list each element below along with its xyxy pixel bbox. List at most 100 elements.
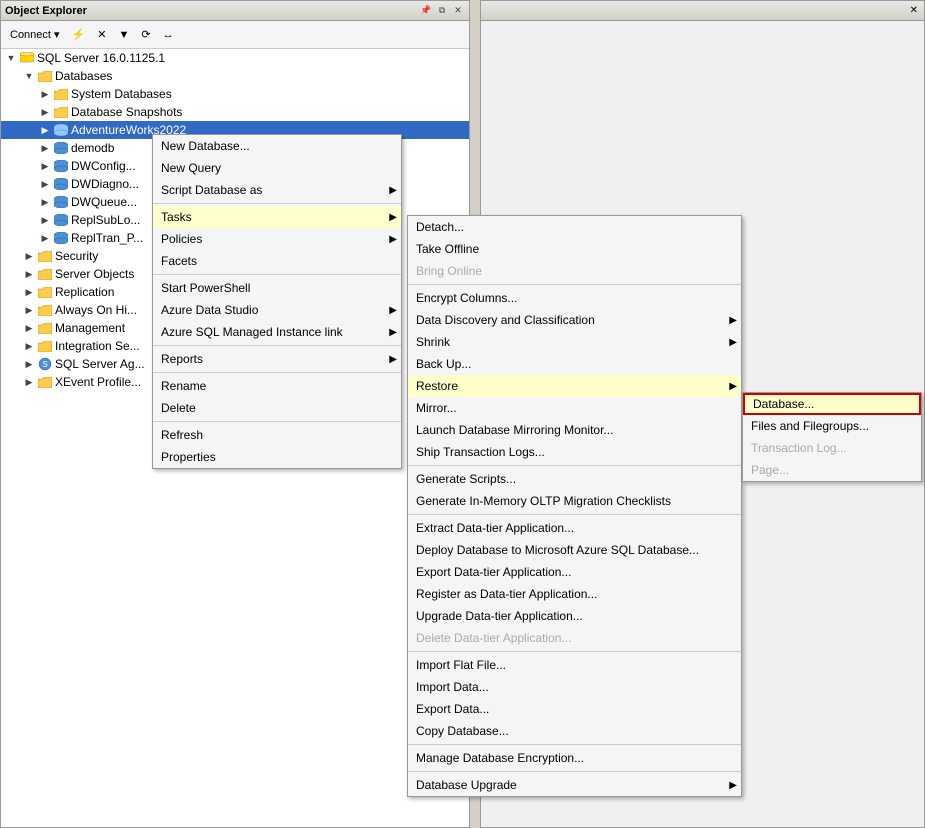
expand-toggle[interactable]: ▶: [21, 266, 37, 282]
cm2-restore[interactable]: Restore ▶: [408, 375, 741, 397]
cm3-restore-files[interactable]: Files and Filegroups...: [743, 415, 921, 437]
expand-toggle[interactable]: ▶: [21, 248, 37, 264]
tree-system-databases[interactable]: ▶ System Databases: [1, 85, 469, 103]
cm2-backup[interactable]: Back Up...: [408, 353, 741, 375]
backup-label: Back Up...: [416, 357, 471, 371]
expand-toggle[interactable]: ▶: [37, 104, 53, 120]
arrow-icon: ▶: [729, 337, 737, 348]
dwdiagno-label: DWDiagno...: [71, 177, 139, 191]
cm-facets[interactable]: Facets: [153, 250, 401, 272]
cm2-manage-encrypt[interactable]: Manage Database Encryption...: [408, 747, 741, 769]
expand-toggle[interactable]: ▶: [21, 284, 37, 300]
new-query-toolbar-icon[interactable]: ⚡: [67, 25, 91, 44]
cm2-take-offline[interactable]: Take Offline: [408, 238, 741, 260]
expand-toggle[interactable]: ▶: [37, 230, 53, 246]
expand-icon[interactable]: ↔: [158, 26, 179, 44]
oe-controls: 📌 ⧉ ✕: [419, 4, 465, 18]
cm2-import-data[interactable]: Import Data...: [408, 676, 741, 698]
cm-tasks[interactable]: Tasks ▶: [153, 206, 401, 228]
expand-toggle[interactable]: ▶: [37, 86, 53, 102]
cm2-upgrade[interactable]: Upgrade Data-tier Application...: [408, 605, 741, 627]
expand-toggle[interactable]: ▶: [37, 122, 53, 138]
replsublo-label: ReplSubLo...: [71, 213, 140, 227]
cm2-gen-scripts[interactable]: Generate Scripts...: [408, 468, 741, 490]
cm2-delete-data[interactable]: Delete Data-tier Application...: [408, 627, 741, 649]
cm-azure-ds[interactable]: Azure Data Studio ▶: [153, 299, 401, 321]
expand-toggle[interactable]: ▶: [21, 374, 37, 390]
cm3-restore-database[interactable]: Database...: [743, 393, 921, 415]
cm2-gen-inmemory[interactable]: Generate In-Memory OLTP Migration Checkl…: [408, 490, 741, 512]
rp-close-icon[interactable]: ✕: [910, 5, 918, 16]
separator: [153, 372, 401, 373]
cm-delete[interactable]: Delete: [153, 397, 401, 419]
arrow-icon: ▶: [389, 234, 397, 245]
filter-icon[interactable]: ▼: [113, 26, 134, 44]
tree-databases-folder[interactable]: ▼ Databases: [1, 67, 469, 85]
tree-server-node[interactable]: ▼ SQL Server 16.0.1125.1: [1, 49, 469, 67]
oe-title: Object Explorer: [5, 5, 87, 17]
databases-label: Databases: [55, 69, 112, 83]
cm-script-db[interactable]: Script Database as ▶: [153, 179, 401, 201]
cm2-detach[interactable]: Detach...: [408, 216, 741, 238]
cm2-export-data2[interactable]: Export Data...: [408, 698, 741, 720]
cm-rename[interactable]: Rename: [153, 375, 401, 397]
cm2-data-discovery[interactable]: Data Discovery and Classification ▶: [408, 309, 741, 331]
expand-toggle[interactable]: ▶: [21, 302, 37, 318]
float-icon[interactable]: ⧉: [435, 4, 449, 18]
oe-titlebar: Object Explorer 📌 ⧉ ✕: [1, 1, 469, 21]
expand-toggle[interactable]: ▶: [37, 194, 53, 210]
expand-toggle[interactable]: ▶: [37, 212, 53, 228]
cm2-deploy-azure[interactable]: Deploy Database to Microsoft Azure SQL D…: [408, 539, 741, 561]
cm2-extract[interactable]: Extract Data-tier Application...: [408, 517, 741, 539]
cm-new-database[interactable]: New Database...: [153, 135, 401, 157]
delete-label: Delete: [161, 401, 196, 415]
import-data-label: Import Data...: [416, 680, 489, 694]
context-menu-tasks: Detach... Take Offline Bring Online Encr…: [407, 215, 742, 797]
script-db-label: Script Database as: [161, 183, 262, 197]
deploy-azure-label: Deploy Database to Microsoft Azure SQL D…: [416, 543, 699, 557]
cm-azure-sql[interactable]: Azure SQL Managed Instance link ▶: [153, 321, 401, 343]
close-icon[interactable]: ✕: [451, 4, 465, 18]
cm2-import-flat[interactable]: Import Flat File...: [408, 654, 741, 676]
cm-policies[interactable]: Policies ▶: [153, 228, 401, 250]
refresh-toolbar-icon[interactable]: ⟳: [136, 25, 155, 44]
cm2-shrink[interactable]: Shrink ▶: [408, 331, 741, 353]
connect-button[interactable]: Connect ▾: [5, 25, 65, 44]
cm2-bring-online[interactable]: Bring Online: [408, 260, 741, 282]
expand-toggle[interactable]: ▶: [37, 140, 53, 156]
expand-toggle[interactable]: ▼: [21, 68, 37, 84]
cm-start-ps[interactable]: Start PowerShell: [153, 277, 401, 299]
cm2-encrypt-columns[interactable]: Encrypt Columns...: [408, 287, 741, 309]
cm2-ship-logs[interactable]: Ship Transaction Logs...: [408, 441, 741, 463]
tree-db-snapshots[interactable]: ▶ Database Snapshots: [1, 103, 469, 121]
cm-new-query[interactable]: New Query: [153, 157, 401, 179]
expand-toggle[interactable]: ▶: [37, 176, 53, 192]
disconnect-icon[interactable]: ✕: [92, 25, 111, 44]
cm2-export-data[interactable]: Export Data-tier Application...: [408, 561, 741, 583]
xevent-label: XEvent Profile...: [55, 375, 141, 389]
separator: [153, 203, 401, 204]
pin-icon[interactable]: 📌: [419, 4, 433, 18]
expand-toggle[interactable]: ▶: [37, 158, 53, 174]
cm2-mirror-monitor[interactable]: Launch Database Mirroring Monitor...: [408, 419, 741, 441]
expand-toggle[interactable]: ▶: [21, 338, 37, 354]
db-icon: [53, 212, 69, 228]
gen-scripts-label: Generate Scripts...: [416, 472, 516, 486]
cm2-register[interactable]: Register as Data-tier Application...: [408, 583, 741, 605]
system-databases-label: System Databases: [71, 87, 172, 101]
cm3-restore-page[interactable]: Page...: [743, 459, 921, 481]
cm3-restore-log[interactable]: Transaction Log...: [743, 437, 921, 459]
cm-properties[interactable]: Properties: [153, 446, 401, 468]
cm2-db-upgrade[interactable]: Database Upgrade ▶: [408, 774, 741, 796]
azure-sql-label: Azure SQL Managed Instance link: [161, 325, 343, 339]
cm2-mirror[interactable]: Mirror...: [408, 397, 741, 419]
arrow-icon: ▶: [389, 327, 397, 338]
rename-label: Rename: [161, 379, 206, 393]
expand-toggle[interactable]: ▼: [3, 50, 19, 66]
cm-refresh[interactable]: Refresh: [153, 424, 401, 446]
cm-reports[interactable]: Reports ▶: [153, 348, 401, 370]
cm2-copy-db[interactable]: Copy Database...: [408, 720, 741, 742]
expand-toggle[interactable]: ▶: [21, 356, 37, 372]
expand-toggle[interactable]: ▶: [21, 320, 37, 336]
export-data2-label: Export Data...: [416, 702, 489, 716]
